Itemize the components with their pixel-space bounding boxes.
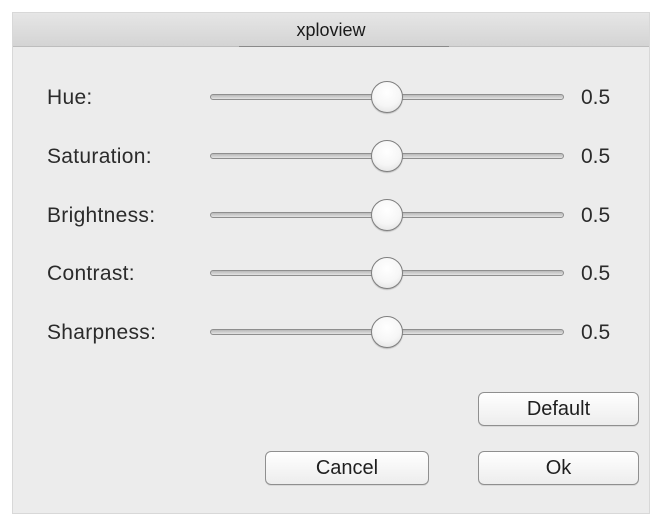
- title-underline: [239, 46, 449, 47]
- contrast-row: Contrast: 0.5: [13, 254, 649, 294]
- saturation-row: Saturation: 0.5: [13, 137, 649, 177]
- contrast-slider[interactable]: [210, 254, 564, 294]
- hue-row: Hue: 0.5: [13, 78, 649, 118]
- brightness-value: 0.5: [581, 204, 611, 227]
- contrast-value: 0.5: [581, 262, 611, 285]
- contrast-slider-knob[interactable]: [371, 257, 403, 289]
- hue-label: Hue:: [47, 86, 93, 109]
- ok-button[interactable]: Ok: [478, 451, 639, 485]
- hue-slider-knob[interactable]: [371, 81, 403, 113]
- hue-slider[interactable]: [210, 78, 564, 118]
- sharpness-label: Sharpness:: [47, 321, 157, 344]
- sharpness-row: Sharpness: 0.5: [13, 313, 649, 353]
- contrast-label: Contrast:: [47, 262, 135, 285]
- dialog-window: xploview Hue: 0.5 Saturation: 0.5 Bright…: [12, 12, 650, 514]
- brightness-row: Brightness: 0.5: [13, 196, 649, 236]
- title-bar[interactable]: xploview: [13, 13, 649, 47]
- brightness-label: Brightness:: [47, 204, 156, 227]
- saturation-value: 0.5: [581, 145, 611, 168]
- brightness-slider-knob[interactable]: [371, 199, 403, 231]
- saturation-label: Saturation:: [47, 145, 152, 168]
- brightness-slider[interactable]: [210, 196, 564, 236]
- window-title: xploview: [296, 20, 366, 40]
- cancel-button[interactable]: Cancel: [265, 451, 429, 485]
- sharpness-slider[interactable]: [210, 313, 564, 353]
- default-button[interactable]: Default: [478, 392, 639, 426]
- sharpness-slider-knob[interactable]: [371, 316, 403, 348]
- sharpness-value: 0.5: [581, 321, 611, 344]
- hue-value: 0.5: [581, 86, 611, 109]
- saturation-slider[interactable]: [210, 137, 564, 177]
- saturation-slider-knob[interactable]: [371, 140, 403, 172]
